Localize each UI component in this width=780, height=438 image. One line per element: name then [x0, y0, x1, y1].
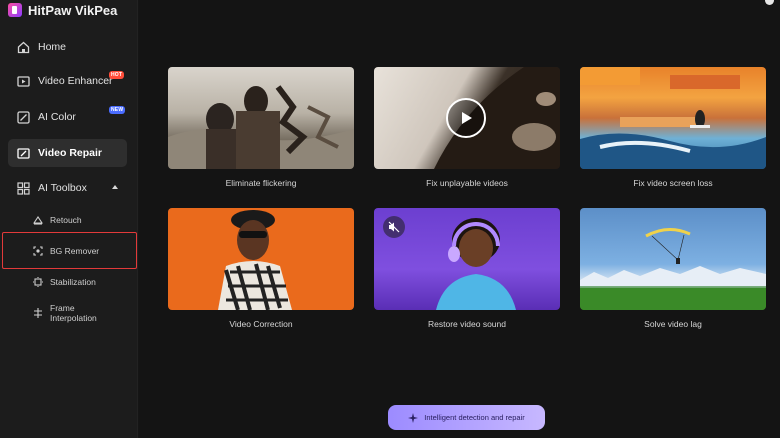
card-eliminate-flickering[interactable] [168, 67, 354, 169]
card-caption: Fix unplayable videos [426, 178, 508, 188]
card-video-correction[interactable] [168, 208, 354, 310]
hot-badge: HOT [109, 71, 125, 79]
card-fix-video-screen-loss[interactable] [580, 67, 766, 169]
stabilization-icon [33, 277, 43, 287]
sidebar-item-label: AI Color [38, 111, 76, 123]
card-caption: Restore video sound [428, 319, 506, 329]
toolbox-item-label: Retouch [50, 215, 82, 225]
ai-color-icon [17, 110, 30, 124]
intelligent-detection-button[interactable]: Intelligent detection and repair [388, 405, 545, 430]
card-fix-unplayable-videos[interactable] [374, 67, 560, 169]
app-title: HitPaw VikPea [28, 2, 118, 18]
toolbox-item-label-line1: Frame [50, 303, 75, 313]
thumbnail-image [580, 67, 766, 169]
card-caption: Fix video screen loss [633, 178, 713, 188]
sidebar-item-ai-toolbox[interactable]: AI Toolbox [8, 174, 127, 202]
action-button-label: Intelligent detection and repair [424, 413, 525, 422]
sidebar-item-video-repair[interactable]: Video Repair [8, 139, 127, 167]
play-icon[interactable] [446, 98, 486, 138]
window-control-icon[interactable] [765, 0, 774, 5]
video-enhancer-icon [17, 75, 30, 88]
video-repair-icon [17, 147, 30, 160]
thumbnail-image [218, 210, 292, 310]
toolbox-item-stabilization[interactable]: Stabilization [33, 277, 96, 287]
card-caption: Video Correction [229, 319, 293, 329]
thumbnail-image [580, 228, 766, 310]
card-caption: Eliminate flickering [225, 178, 297, 188]
ai-toolbox-icon [17, 181, 30, 195]
toolbox-item-label: Stabilization [50, 277, 96, 287]
bg-remover-icon [33, 246, 43, 256]
card-caption: Solve video lag [644, 319, 702, 329]
sidebar-item-label: Video Enhancer [38, 75, 113, 87]
card-solve-video-lag[interactable] [580, 208, 766, 310]
chevron-up-icon[interactable] [112, 185, 118, 189]
card-restore-video-sound[interactable] [374, 208, 560, 310]
toolbox-item-label-line2: Interpolation [50, 313, 97, 323]
home-icon [17, 41, 30, 54]
main-content: Eliminate flickering Fix unplayable vide… [139, 0, 780, 438]
toolbox-item-label: BG Remover [50, 246, 100, 256]
retouch-icon [33, 216, 43, 225]
toolbox-item-label: Frame Interpolation [50, 303, 97, 323]
sidebar: HitPaw VikPea Home Video Enhancer HOT AI… [0, 0, 138, 438]
thumbnail-image [168, 85, 354, 169]
app-logo-icon [8, 3, 22, 17]
sidebar-item-label: Video Repair [38, 147, 102, 159]
new-badge: NEW [109, 106, 126, 114]
sidebar-item-home[interactable]: Home [8, 33, 127, 61]
toolbox-item-frame-interpolation[interactable]: Frame Interpolation [33, 303, 97, 323]
frame-interpolation-icon [34, 308, 42, 318]
brand: HitPaw VikPea [8, 2, 117, 18]
mute-icon[interactable] [383, 216, 405, 238]
toolbox-item-retouch[interactable]: Retouch [33, 215, 82, 225]
app-window: HitPaw VikPea Home Video Enhancer HOT AI… [0, 0, 780, 438]
sidebar-item-label: AI Toolbox [38, 182, 87, 194]
sparkle-icon [408, 412, 419, 423]
toolbox-item-bg-remover[interactable]: BG Remover [33, 246, 99, 256]
sidebar-item-label: Home [38, 41, 67, 53]
